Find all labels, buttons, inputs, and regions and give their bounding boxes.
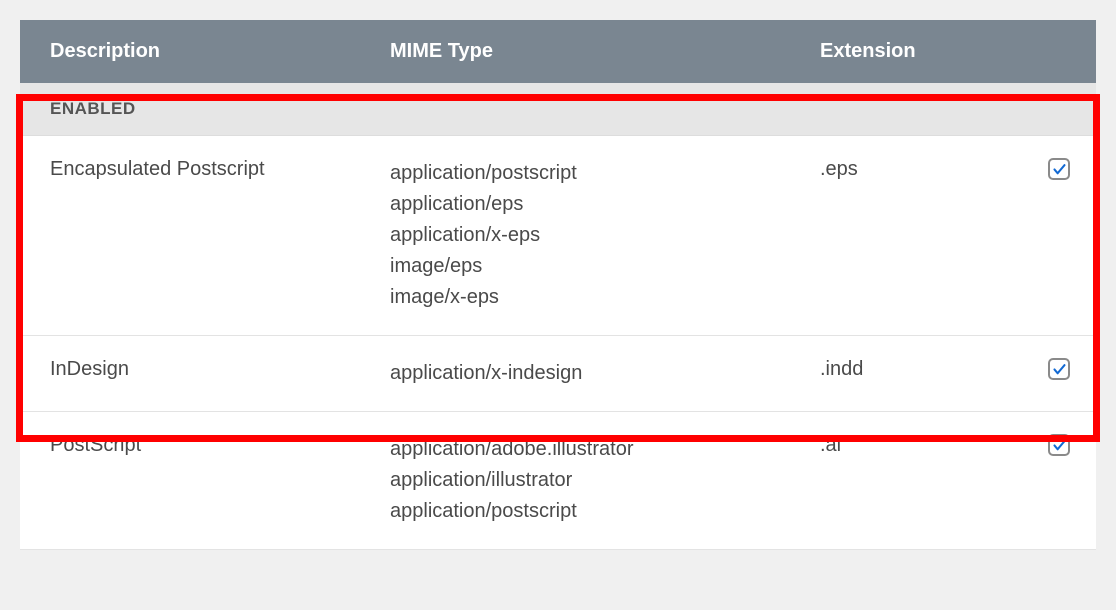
mime-type-value: application/postscript <box>390 158 820 189</box>
cell-checkbox <box>1000 158 1096 313</box>
cell-checkbox <box>1000 358 1096 389</box>
cell-description: Encapsulated Postscript <box>20 158 390 313</box>
table-header-row: Description MIME Type Extension <box>20 20 1096 83</box>
header-mime-type: MIME Type <box>390 40 820 63</box>
header-description: Description <box>20 40 390 63</box>
mime-type-value: application/adobe.illustrator <box>390 434 820 465</box>
cell-mime-types: application/postscriptapplication/epsapp… <box>390 158 820 313</box>
table-row: Encapsulated Postscriptapplication/posts… <box>20 136 1096 336</box>
cell-extension: .ai <box>820 434 1000 527</box>
section-heading-enabled: ENABLED <box>20 83 1096 136</box>
mime-types-table: Description MIME Type Extension ENABLED … <box>20 20 1096 550</box>
mime-type-value: application/x-indesign <box>390 358 820 389</box>
mime-type-value: application/x-eps <box>390 220 820 251</box>
mime-type-value: application/illustrator <box>390 465 820 496</box>
enable-checkbox[interactable] <box>1048 358 1070 380</box>
cell-mime-types: application/adobe.illustratorapplication… <box>390 434 820 527</box>
cell-mime-types: application/x-indesign <box>390 358 820 389</box>
checkmark-icon <box>1052 362 1067 377</box>
cell-extension: .indd <box>820 358 1000 389</box>
checkmark-icon <box>1052 438 1067 453</box>
mime-type-value: application/eps <box>390 189 820 220</box>
enable-checkbox[interactable] <box>1048 158 1070 180</box>
cell-description: InDesign <box>20 358 390 389</box>
cell-extension: .eps <box>820 158 1000 313</box>
mime-type-value: image/eps <box>390 251 820 282</box>
table-row: PostScriptapplication/adobe.illustratora… <box>20 412 1096 550</box>
mime-type-value: application/postscript <box>390 496 820 527</box>
checkmark-icon <box>1052 162 1067 177</box>
header-extension: Extension <box>820 40 1000 63</box>
mime-type-value: image/x-eps <box>390 282 820 313</box>
cell-checkbox <box>1000 434 1096 527</box>
table-row: InDesignapplication/x-indesign.indd <box>20 336 1096 412</box>
cell-description: PostScript <box>20 434 390 527</box>
header-checkbox-spacer <box>1000 40 1096 63</box>
enable-checkbox[interactable] <box>1048 434 1070 456</box>
